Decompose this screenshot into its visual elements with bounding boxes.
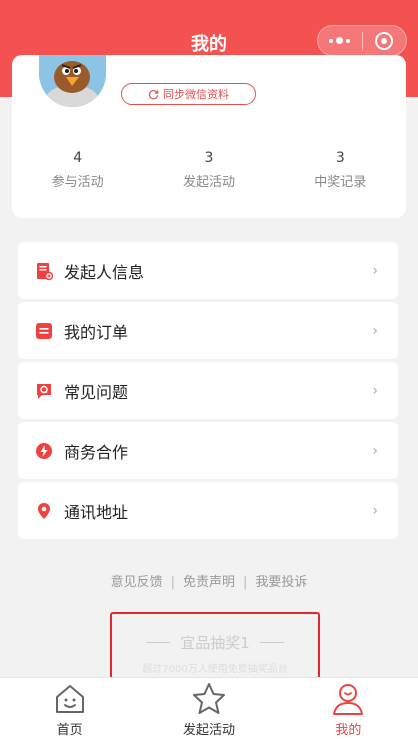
stat-label: 中奖记录 bbox=[314, 175, 367, 190]
chevron-right-icon: › bbox=[372, 442, 378, 459]
menu-label: 常见问题 bbox=[64, 382, 129, 402]
tab-label: 发起活动 bbox=[182, 723, 235, 738]
brand-watermark: 宜品抽奖1 超过7000万人使用免费抽奖品台 bbox=[110, 612, 320, 679]
close-button[interactable] bbox=[362, 26, 406, 55]
tab-label: 首页 bbox=[56, 723, 83, 738]
menu-label: 发起人信息 bbox=[64, 262, 145, 282]
brand-title: 宜品抽奖1 bbox=[180, 634, 250, 652]
menu-item-initiator-info[interactable]: 发起人信息 › bbox=[18, 242, 398, 299]
link-divider: | bbox=[170, 575, 175, 590]
menu-item-faq[interactable]: 常见问题 › bbox=[18, 362, 398, 419]
tab-mine[interactable]: 我的 bbox=[279, 678, 418, 739]
link-divider: | bbox=[243, 575, 248, 590]
chevron-right-icon: › bbox=[372, 382, 378, 399]
faq-icon bbox=[35, 382, 53, 400]
stat-value: 3 bbox=[204, 150, 214, 166]
order-icon bbox=[35, 322, 53, 340]
mini-program-capsule bbox=[317, 25, 407, 56]
disclaimer-link[interactable]: 免责声明 bbox=[183, 575, 235, 590]
sync-wechat-button[interactable]: 同步微信资料 bbox=[121, 83, 256, 105]
profile-card: 同步微信资料 4 参与活动 3 发起活动 3 中奖记录 bbox=[12, 55, 406, 218]
stat-value: 4 bbox=[73, 150, 83, 166]
complaint-link[interactable]: 我要投诉 bbox=[255, 575, 307, 590]
document-icon bbox=[35, 262, 53, 280]
tab-bar: 首页 发起活动 我的 bbox=[0, 677, 418, 739]
close-circle-icon bbox=[375, 31, 394, 50]
stat-initiated[interactable]: 3 发起活动 bbox=[143, 150, 274, 190]
chevron-right-icon: › bbox=[372, 322, 378, 339]
stat-participated[interactable]: 4 参与活动 bbox=[12, 150, 143, 190]
refresh-icon bbox=[148, 89, 159, 99]
footer-links: 意见反馈 | 免责声明 | 我要投诉 bbox=[0, 571, 418, 590]
profile-icon bbox=[333, 684, 364, 715]
menu-item-my-orders[interactable]: 我的订单 › bbox=[18, 302, 398, 359]
more-dots-icon bbox=[329, 37, 351, 44]
stats-row: 4 参与活动 3 发起活动 3 中奖记录 bbox=[12, 150, 406, 190]
tab-create-activity[interactable]: 发起活动 bbox=[139, 678, 278, 739]
bird-avatar-icon bbox=[39, 55, 106, 107]
feedback-link[interactable]: 意见反馈 bbox=[111, 575, 163, 590]
brand-subtitle: 超过7000万人使用免费抽奖品台 bbox=[142, 664, 288, 675]
tab-home[interactable]: 首页 bbox=[0, 678, 139, 739]
stat-value: 3 bbox=[335, 150, 345, 166]
menu-item-address[interactable]: 通讯地址 › bbox=[18, 482, 398, 539]
stat-label: 发起活动 bbox=[182, 175, 235, 190]
tab-label: 我的 bbox=[335, 723, 362, 738]
lightning-icon bbox=[35, 442, 53, 460]
more-button[interactable] bbox=[318, 26, 362, 55]
brand-rule-left bbox=[146, 642, 171, 643]
sync-label: 同步微信资料 bbox=[163, 88, 229, 101]
menu-label: 商务合作 bbox=[64, 442, 129, 462]
avatar[interactable] bbox=[39, 55, 106, 107]
stat-label: 参与活动 bbox=[51, 175, 104, 190]
brand-title-row: 宜品抽奖1 bbox=[112, 632, 318, 653]
brand-rule-right bbox=[259, 642, 284, 643]
menu-label: 通讯地址 bbox=[64, 502, 129, 522]
chevron-right-icon: › bbox=[372, 502, 378, 519]
location-pin-icon bbox=[35, 502, 53, 520]
home-icon bbox=[55, 685, 84, 713]
star-icon bbox=[192, 683, 225, 714]
chevron-right-icon: › bbox=[372, 262, 378, 279]
stat-wins[interactable]: 3 中奖记录 bbox=[275, 150, 406, 190]
menu-item-business[interactable]: 商务合作 › bbox=[18, 422, 398, 479]
menu-label: 我的订单 bbox=[64, 322, 129, 342]
